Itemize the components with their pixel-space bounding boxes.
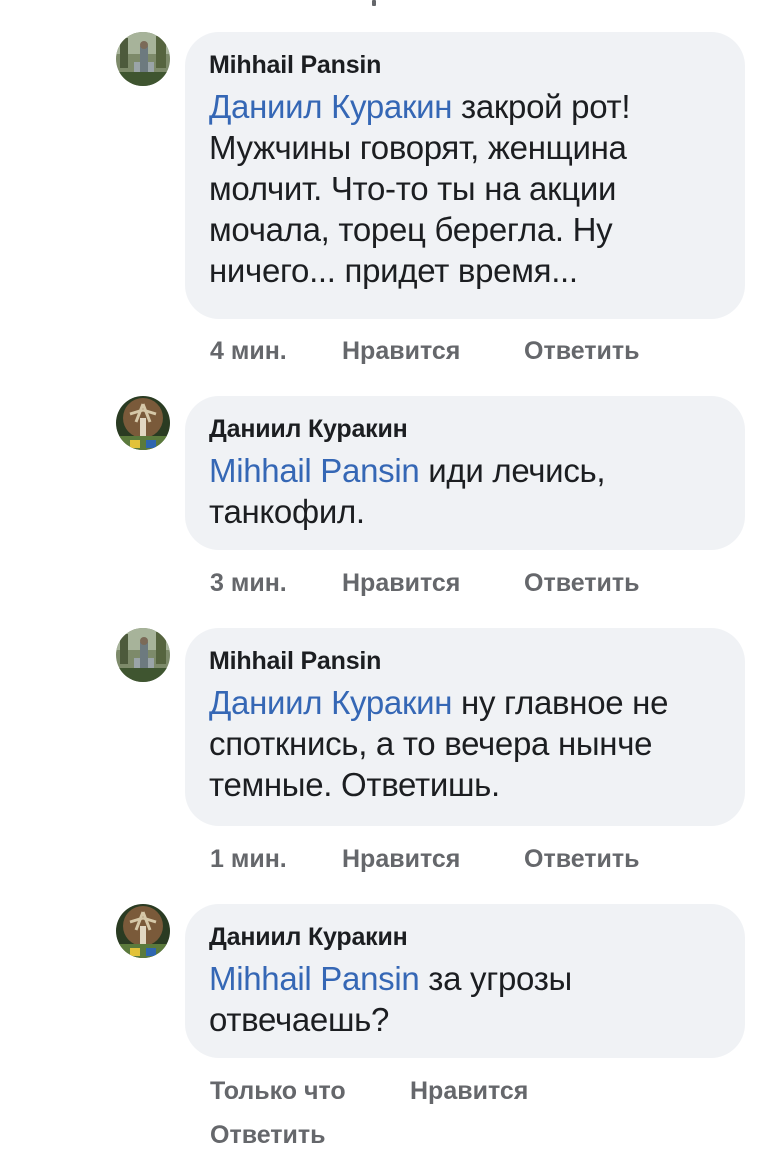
profile-photo-park-icon: [116, 32, 170, 86]
reply-button[interactable]: Ответить: [524, 336, 640, 366]
comment-author[interactable]: Даниил Куракин: [209, 414, 721, 444]
mention-link[interactable]: Даниил Куракин: [209, 684, 452, 721]
profile-photo-tree-icon: [116, 396, 170, 450]
avatar[interactable]: [116, 628, 170, 682]
comment-text: Даниил Куракин закрой рот! Мужчины говор…: [209, 86, 721, 291]
comment-text: Mihhail Pansin за угрозы отвечаешь?: [209, 958, 721, 1040]
comment-bubble: Mihhail Pansin Даниил Куракин закрой рот…: [185, 32, 745, 319]
avatar[interactable]: [116, 904, 170, 958]
comment-text: Mihhail Pansin иди лечись, танкофил.: [209, 450, 721, 532]
comment-actions: 3 мин. Нравится Ответить: [210, 568, 640, 598]
like-button[interactable]: Нравится: [342, 568, 524, 598]
avatar[interactable]: [116, 396, 170, 450]
profile-photo-park-icon: [116, 628, 170, 682]
scroll-indicator: [372, 0, 376, 6]
mention-link[interactable]: Mihhail Pansin: [209, 452, 420, 489]
comment-actions: 1 мин. Нравится Ответить: [210, 844, 640, 874]
mention-link[interactable]: Mihhail Pansin: [209, 960, 420, 997]
comment-text: Даниил Куракин ну главное не споткнись, …: [209, 682, 721, 805]
reply-button[interactable]: Ответить: [524, 568, 640, 598]
avatar[interactable]: [116, 32, 170, 86]
reply-button[interactable]: Ответить: [524, 844, 640, 874]
comment-timestamp[interactable]: 3 мин.: [210, 568, 342, 598]
comment-timestamp[interactable]: 4 мин.: [210, 336, 342, 366]
reply-button[interactable]: Ответить: [210, 1120, 326, 1150]
comment-actions: Только что Нравится: [210, 1076, 528, 1106]
like-button[interactable]: Нравится: [342, 336, 524, 366]
comment-author[interactable]: Mihhail Pansin: [209, 646, 721, 676]
comment-timestamp[interactable]: 1 мин.: [210, 844, 342, 874]
comment-author[interactable]: Mihhail Pansin: [209, 50, 721, 80]
comment-bubble: Mihhail Pansin Даниил Куракин ну главное…: [185, 628, 745, 826]
comment-actions: 4 мин. Нравится Ответить: [210, 336, 640, 366]
like-button[interactable]: Нравится: [342, 844, 524, 874]
comment-timestamp[interactable]: Только что: [210, 1076, 410, 1106]
comment-bubble: Даниил Куракин Mihhail Pansin иди лечись…: [185, 396, 745, 550]
profile-photo-tree-icon: [116, 904, 170, 958]
comment-bubble: Даниил Куракин Mihhail Pansin за угрозы …: [185, 904, 745, 1058]
comment-author[interactable]: Даниил Куракин: [209, 922, 721, 952]
like-button[interactable]: Нравится: [410, 1076, 528, 1106]
mention-link[interactable]: Даниил Куракин: [209, 88, 452, 125]
